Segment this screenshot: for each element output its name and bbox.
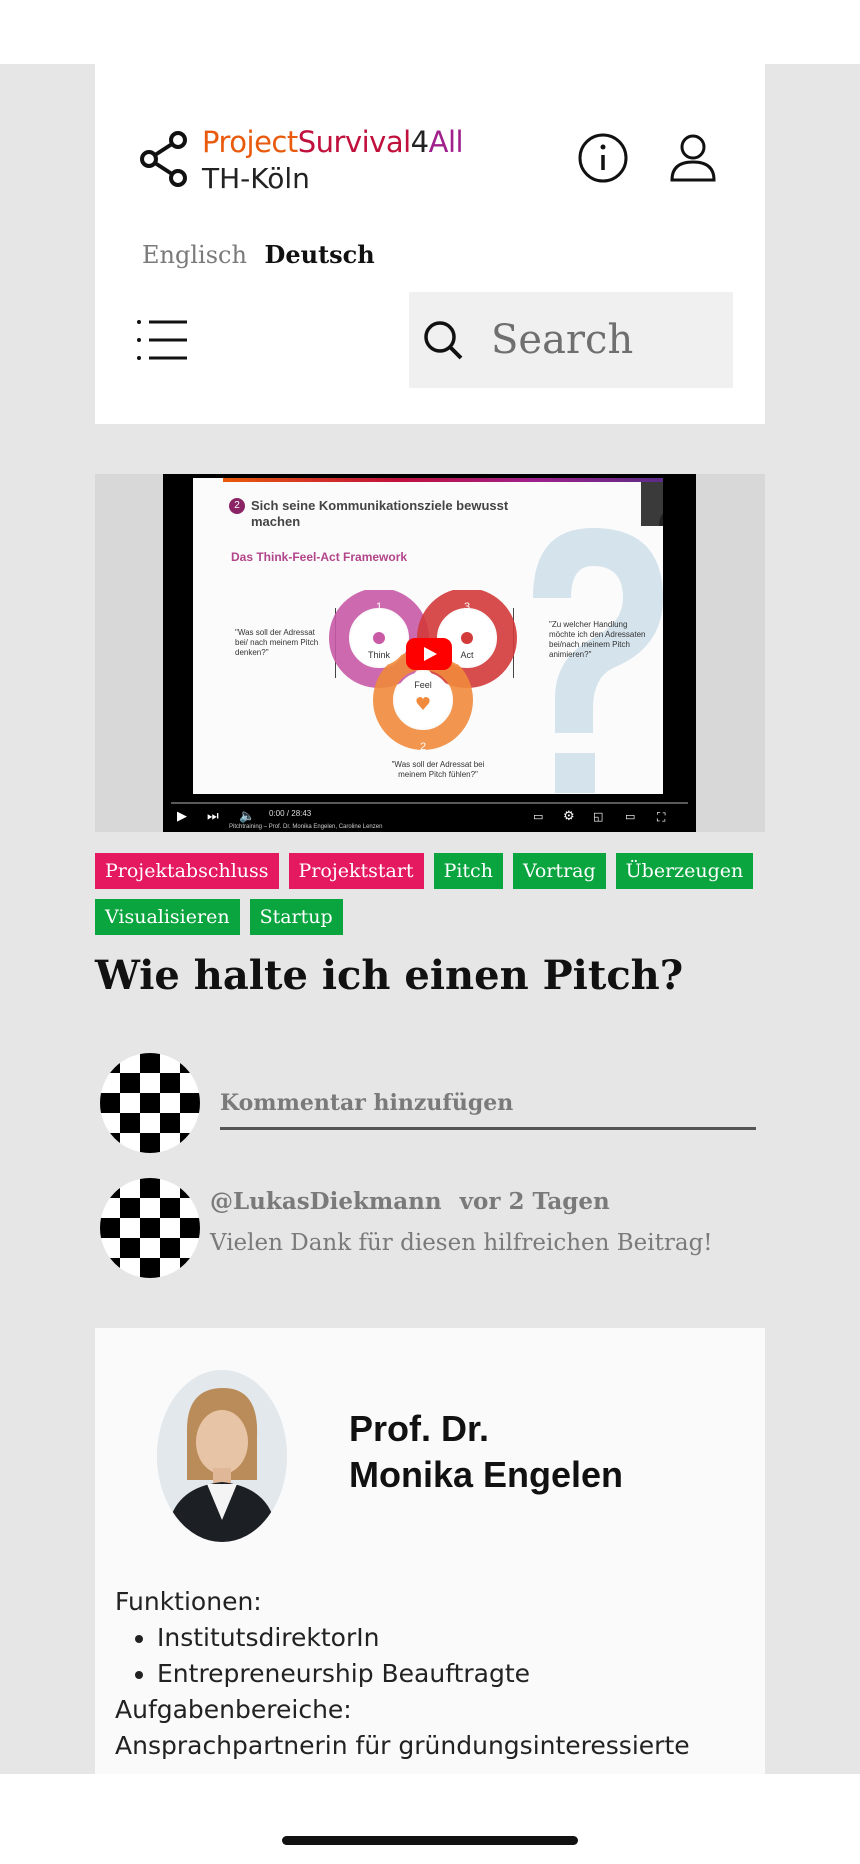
settings-icon[interactable]: ⚙ xyxy=(563,810,575,824)
slide-question-act: "Zu welcher Handlung möchte ich den Adre… xyxy=(549,620,646,659)
brand-part-all: All xyxy=(428,125,464,159)
header: ProjectSurvival4All TH-Köln Englisch Deu… xyxy=(95,64,765,424)
video-slide: 2 Sich seine Kommunikationsziele bewusst… xyxy=(193,478,663,794)
circle-think-number: 1 xyxy=(376,601,382,613)
author-portrait xyxy=(157,1370,287,1542)
tag-vortrag[interactable]: Vortrag xyxy=(512,853,606,889)
video-controls: ▶ ⏭ 🔈 0:00 / 28:43 Pitchtraining – Prof.… xyxy=(163,796,696,832)
share-icon xyxy=(140,131,187,187)
functions-list: InstitutsdirektorIn Entrepreneurship Bea… xyxy=(157,1620,755,1692)
comment-timestamp: vor 2 Tagen xyxy=(459,1188,610,1215)
tag-projektabschluss[interactable]: Projektabschluss xyxy=(95,853,279,889)
play-icon[interactable]: ▶ xyxy=(177,810,187,824)
tag-visualisieren[interactable]: Visualisieren xyxy=(95,899,240,935)
function-item: InstitutsdirektorIn xyxy=(157,1620,755,1656)
brand-subtitle: TH-Köln xyxy=(202,162,310,195)
comment-username[interactable]: @LukasDiekmann xyxy=(210,1188,442,1215)
circle-feel-label: Feel xyxy=(414,680,432,690)
function-item: Entrepreneurship Beauftragte xyxy=(157,1656,755,1692)
language-switcher: Englisch Deutsch xyxy=(142,240,375,269)
slide-question-think: "Was soll der Adressat bei/ nach meinem … xyxy=(235,628,319,657)
info-icon[interactable] xyxy=(577,132,629,184)
fullscreen-icon[interactable]: ⛶ xyxy=(657,810,665,824)
video-container: 2 Sich seine Kommunikationsziele bewusst… xyxy=(95,474,765,832)
slide-title: Sich seine Kommunikationsziele bewusst m… xyxy=(251,498,509,529)
tag-projektstart[interactable]: Projektstart xyxy=(288,853,424,889)
avatar xyxy=(100,1053,200,1153)
author-title: Prof. Dr. xyxy=(349,1408,490,1449)
tasks-text: Ansprachpartnerin für gründungsinteressi… xyxy=(115,1731,690,1760)
brand-name: ProjectSurvival4All xyxy=(202,124,464,160)
author-details: Funktionen: InstitutsdirektorIn Entrepre… xyxy=(115,1584,755,1764)
comment-header: @LukasDiekmann vor 2 Tagen xyxy=(210,1188,610,1215)
lang-german[interactable]: Deutsch xyxy=(265,240,375,269)
circle-act-number: 3 xyxy=(464,601,470,613)
circle-feel-number: 2 xyxy=(420,741,426,753)
circle-act-label: Act xyxy=(460,650,474,660)
functions-label: Funktionen: xyxy=(115,1587,262,1616)
author-fullname: Monika Engelen xyxy=(349,1454,624,1495)
next-icon[interactable]: ⏭ xyxy=(207,810,219,824)
add-comment-input[interactable]: Kommentar hinzufügen xyxy=(220,1084,756,1130)
brand-part-project: Project xyxy=(202,125,298,159)
tag-startup[interactable]: Startup xyxy=(249,899,343,935)
post-title: Wie halte ich einen Pitch? xyxy=(95,952,684,999)
author-profile-card: Prof. Dr. Monika Engelen Funktionen: Ins… xyxy=(95,1328,765,1774)
tasks-label: Aufgabenbereiche: xyxy=(115,1695,352,1724)
speaker-camera-thumbnail xyxy=(641,482,663,526)
bottom-safe-area xyxy=(0,1774,860,1864)
search-icon[interactable] xyxy=(421,318,465,362)
video-caption: Pitchtraining – Prof. Dr. Monika Engelen… xyxy=(229,824,383,830)
think-feel-act-diagram: 1 Think 3 Act Feel 2 xyxy=(329,590,517,753)
volume-icon[interactable]: 🔈 xyxy=(239,810,255,824)
home-indicator xyxy=(282,1836,578,1845)
comment-avatar xyxy=(100,1178,200,1278)
tag-pitch[interactable]: Pitch xyxy=(433,853,503,889)
youtube-video[interactable]: 2 Sich seine Kommunikationsziele bewusst… xyxy=(163,474,696,832)
miniplayer-icon[interactable]: ◱ xyxy=(593,810,603,824)
search-input[interactable] xyxy=(491,317,711,363)
brand-part-survival: Survival xyxy=(297,125,411,159)
menu-icon[interactable] xyxy=(135,318,191,362)
author-name: Prof. Dr. Monika Engelen xyxy=(349,1406,623,1498)
tag-list: Projektabschluss Projektstart Pitch Vort… xyxy=(95,853,775,935)
slide-color-bar xyxy=(223,478,663,482)
search-box[interactable] xyxy=(409,292,733,388)
circle-think-label: Think xyxy=(368,650,391,660)
slide-question-feel: "Was soll der Adressat bei meinem Pitch … xyxy=(391,760,485,779)
slide-number: 2 xyxy=(229,498,245,514)
brand-part-4: 4 xyxy=(410,125,429,159)
video-time: 0:00 / 28:43 xyxy=(269,809,312,818)
user-icon[interactable] xyxy=(667,132,719,184)
theater-icon[interactable]: ▭ xyxy=(625,810,635,824)
subtitles-icon[interactable]: ▭ xyxy=(533,810,543,824)
comment-text: Vielen Dank für diesen hilfreichen Beitr… xyxy=(210,1230,713,1256)
youtube-play-button[interactable] xyxy=(406,638,452,670)
slide-subtitle: Das Think-Feel-Act Framework xyxy=(231,550,408,564)
lang-english[interactable]: Englisch xyxy=(142,241,247,269)
tag-ueberzeugen[interactable]: Überzeugen xyxy=(615,853,754,889)
brand-logo[interactable]: ProjectSurvival4All TH-Köln xyxy=(138,124,464,198)
video-progress-bar[interactable] xyxy=(171,802,688,804)
